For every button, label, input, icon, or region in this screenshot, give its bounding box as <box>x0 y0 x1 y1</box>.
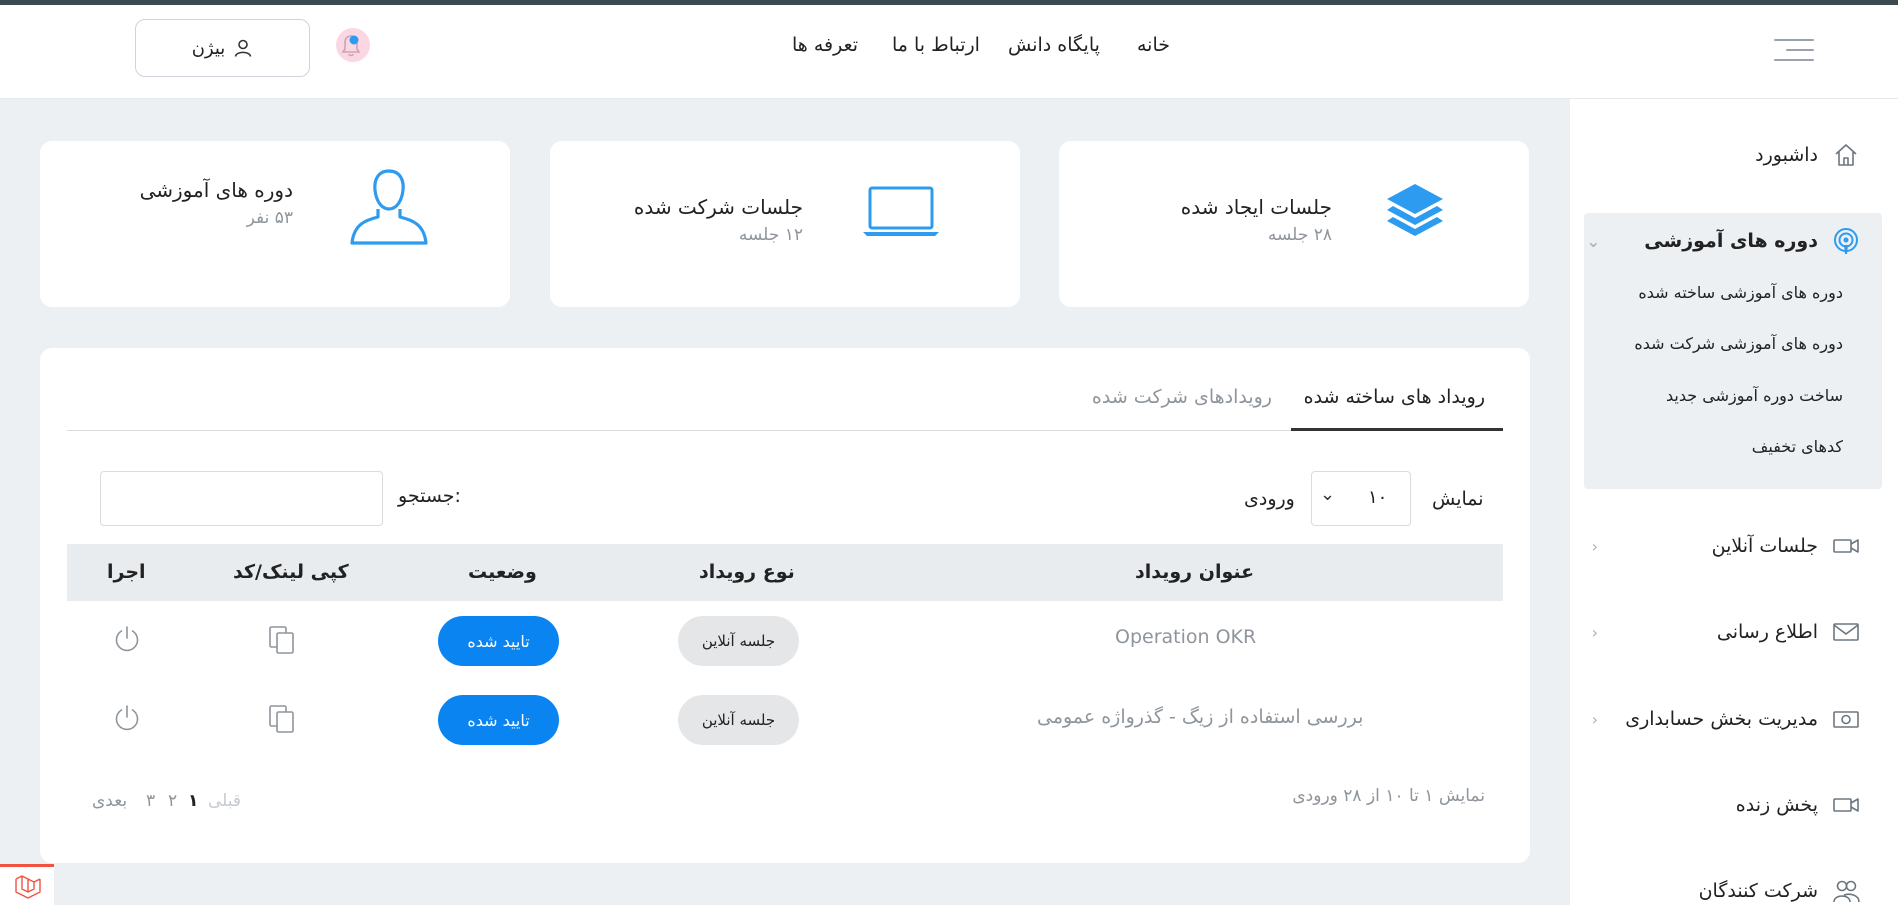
nav-knowledge-base[interactable]: پایگاه دانش <box>1008 34 1100 56</box>
pagination-prev[interactable]: قبلی <box>208 791 241 811</box>
stat-card-title: جلسات شرکت شده <box>633 195 803 219</box>
laptop-icon <box>862 185 940 241</box>
menu-toggle-icon[interactable] <box>1772 35 1814 67</box>
column-header-copy: کپی لینک/کد <box>233 561 349 583</box>
entries-label: ورودی <box>1244 488 1295 510</box>
sidebar-item-label: دوره های آموزشی <box>1644 230 1818 252</box>
column-header-status: وضعیت <box>468 561 537 583</box>
chevron-down-icon: ⌄ <box>1320 484 1336 505</box>
show-label: نمایش <box>1432 488 1484 510</box>
stat-card-joined-sessions: جلسات شرکت شده ۱۲ جلسه <box>550 141 1020 307</box>
column-header-type: نوع رویداد <box>699 561 795 583</box>
user-small-icon <box>235 39 252 57</box>
podcast-icon <box>1834 228 1858 254</box>
sidebar-sub-created-courses[interactable]: دوره های آموزشی ساخته شده <box>1638 283 1843 302</box>
stat-card-value: ۱۲ جلسه <box>738 225 803 245</box>
sidebar-sub-joined-courses[interactable]: دوره های آموزشی شرکت شده <box>1634 334 1843 353</box>
mail-icon <box>1833 623 1859 641</box>
stat-card-title: دوره های آموزشی <box>139 178 293 202</box>
copy-icon[interactable] <box>268 704 298 734</box>
layers-icon <box>1384 181 1446 247</box>
events-panel: رویداد های ساخته شده رویدادهای شرکت شده … <box>40 348 1530 863</box>
status-badge[interactable]: تایید شده <box>438 695 559 745</box>
sidebar-item-notifications[interactable]: اطلاع رسانی ‹ <box>1592 612 1860 652</box>
tab-created-events[interactable]: رویداد های ساخته شده <box>1304 386 1485 408</box>
chevron-down-icon: ⌄ <box>1586 231 1600 251</box>
stat-card-value: ۲۸ جلسه <box>1267 225 1332 245</box>
chevron-left-icon: ‹ <box>1591 622 1598 642</box>
active-tab-indicator <box>1291 428 1503 431</box>
sidebar-item-label: جلسات آنلاین <box>1711 535 1818 557</box>
pagination-page-3[interactable]: ۳ <box>146 791 155 811</box>
sidebar-item-label: پخش زنده <box>1735 794 1818 816</box>
stat-card-courses: دوره های آموزشی ۵۳ نفر <box>40 141 510 307</box>
video-camera-icon <box>1833 539 1859 553</box>
nav-home[interactable]: خانه <box>1137 34 1170 56</box>
event-type-badge: جلسه آنلاین <box>678 616 799 666</box>
column-header-run: اجرا <box>107 561 146 583</box>
sidebar-item-label: شرکت کنندگان <box>1698 880 1818 902</box>
sidebar-sub-discount-codes[interactable]: کدهای تخفیف <box>1752 437 1843 456</box>
table-info: نمایش ۱ تا ۱۰ از ۲۸ ورودی <box>1292 786 1485 806</box>
pagination-page-1[interactable]: ۱ <box>188 791 198 811</box>
nav-pricing[interactable]: تعرفه ها <box>792 34 858 56</box>
sidebar-item-courses[interactable]: دوره های آموزشی ⌄ <box>1587 221 1860 261</box>
sidebar-item-label: داشبورد <box>1755 144 1818 166</box>
table-header: عنوان رویداد نوع رویداد وضعیت کپی لینک/ک… <box>67 544 1503 601</box>
stat-card-value: ۵۳ نفر <box>246 208 293 228</box>
status-badge[interactable]: تایید شده <box>438 616 559 666</box>
cash-icon <box>1833 711 1859 728</box>
stat-card-created-sessions: جلسات ایجاد شده ۲۸ جلسه <box>1059 141 1529 307</box>
users-icon <box>1833 880 1860 903</box>
sidebar-item-label: مدیریت بخش حسابداری <box>1625 708 1818 730</box>
search-input[interactable] <box>100 471 383 526</box>
event-type-badge: جلسه آنلاین <box>678 695 799 745</box>
sidebar-item-accounting[interactable]: مدیریت بخش حسابداری ‹ <box>1592 699 1860 739</box>
sidebar-item-live[interactable]: پخش زنده <box>1736 785 1860 825</box>
sidebar-sub-new-course[interactable]: ساخت دوره آموزشی جدید <box>1666 386 1843 405</box>
user-icon <box>348 165 430 251</box>
power-icon[interactable] <box>112 703 142 733</box>
entries-select-value: ۱۰ <box>1368 487 1388 508</box>
chevron-left-icon: ‹ <box>1591 536 1598 556</box>
nav-contact[interactable]: ارتباط با ما <box>892 34 980 56</box>
header: خانه پایگاه دانش ارتباط با ما تعرفه ها ب… <box>0 5 1898 99</box>
login-button[interactable]: بیژن <box>135 19 310 77</box>
notification-bell-icon[interactable] <box>330 25 372 67</box>
copy-icon[interactable] <box>268 625 298 655</box>
debugbar-icon[interactable] <box>0 864 54 905</box>
pagination-page-2[interactable]: ۲ <box>168 791 177 811</box>
row-event-title: بررسی استفاده از زیگ - گذرواژه عمومی <box>1037 706 1364 728</box>
pagination-next[interactable]: بعدی <box>92 791 127 811</box>
sidebar-item-dashboard[interactable]: داشبورد <box>1755 135 1860 175</box>
tabs-divider <box>67 430 1503 431</box>
row-event-title: Operation OKR <box>1115 626 1257 648</box>
tab-joined-events[interactable]: رویدادهای شرکت شده <box>1092 386 1272 408</box>
search-label: جستجو: <box>398 485 461 507</box>
sidebar: داشبورد دوره های آموزشی ⌄ دوره های آموزش… <box>1570 99 1898 905</box>
sidebar-item-online-sessions[interactable]: جلسات آنلاین ‹ <box>1592 526 1860 566</box>
entries-select[interactable]: ۱۰ ⌄ <box>1311 471 1411 526</box>
home-icon <box>1835 144 1857 166</box>
sidebar-item-participants[interactable]: شرکت کنندگان <box>1699 871 1860 905</box>
chevron-left-icon: ‹ <box>1591 709 1598 729</box>
sidebar-item-label: اطلاع رسانی <box>1716 621 1818 643</box>
column-header-title: عنوان رویداد <box>1135 561 1255 583</box>
login-label: بیژن <box>191 37 226 59</box>
stat-card-title: جلسات ایجاد شده <box>1180 195 1332 219</box>
power-icon[interactable] <box>112 624 142 654</box>
video-icon <box>1833 798 1859 812</box>
